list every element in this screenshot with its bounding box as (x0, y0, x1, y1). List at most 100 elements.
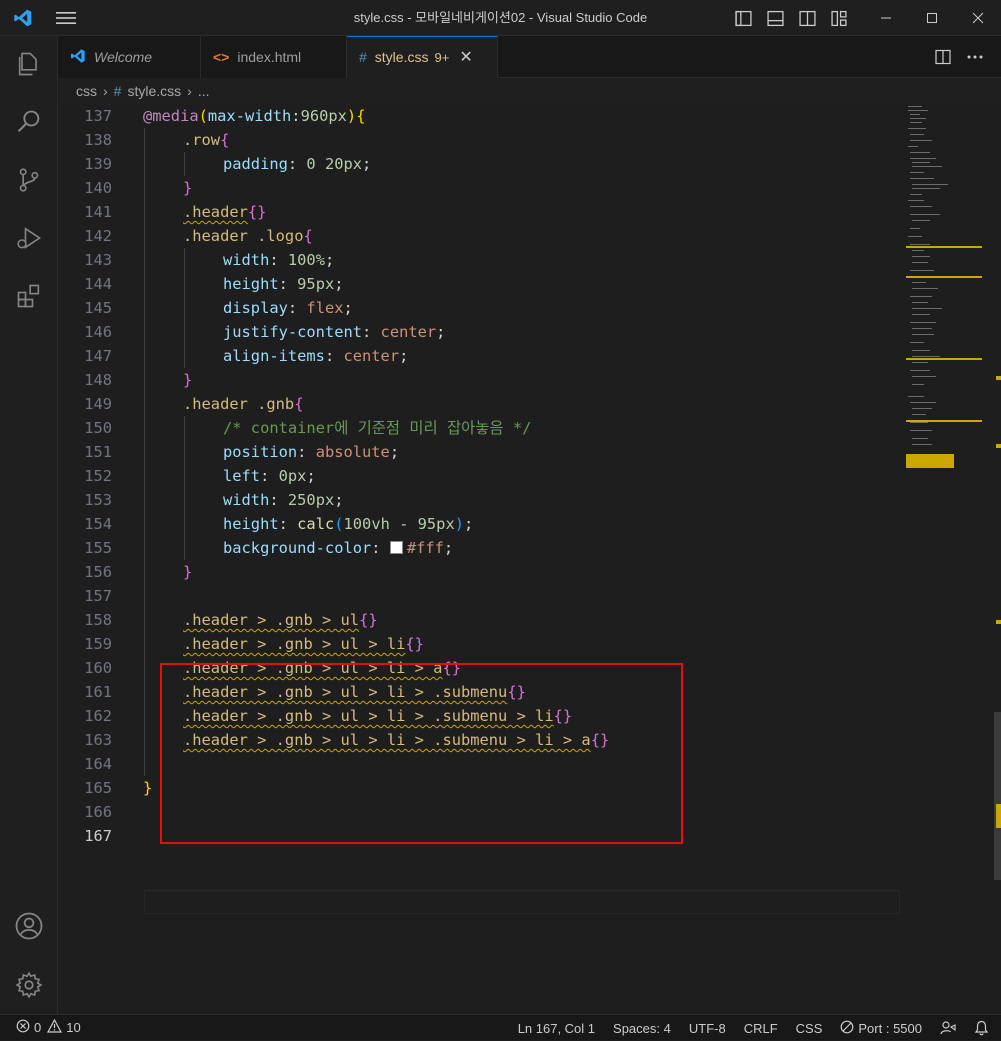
code-area[interactable]: 137 138 139 140 141 142 143 144 145 146 147 148 149 1… (58, 104, 908, 1004)
token: : (287, 299, 307, 317)
maximize-icon[interactable] (909, 0, 955, 36)
color-swatch[interactable] (389, 541, 403, 554)
encoding[interactable]: UTF-8 (689, 1021, 726, 1036)
token: center (380, 323, 437, 341)
customize-layout-icon[interactable] (823, 0, 855, 36)
more-actions-icon[interactable] (959, 39, 991, 75)
feedback-icon[interactable] (940, 1020, 956, 1036)
token: .header .gnb (183, 395, 295, 413)
errors-icon[interactable] (16, 1019, 30, 1036)
code-line: .row{ (58, 128, 908, 152)
code-line: background-color: #fff; (58, 536, 908, 560)
line-number: 167 (84, 827, 112, 845)
title-bar: style.css - 모바일네비게이션02 - Visual Studio C… (0, 0, 1001, 36)
html-icon: <> (213, 49, 230, 65)
breadcrumb-more[interactable]: ... (198, 83, 210, 99)
toggle-secondary-sidebar-icon[interactable] (791, 0, 823, 36)
tab-style-css[interactable]: # style.css 9+ ✕ (347, 36, 498, 78)
accounts-icon[interactable] (0, 902, 58, 950)
code-line: height: calc(100vh - 95px); (58, 512, 908, 536)
token: 100vh - 95px (343, 515, 455, 533)
token: : (324, 347, 344, 365)
explorer-icon[interactable] (0, 40, 58, 88)
token: width (223, 251, 270, 269)
extensions-icon[interactable] (0, 272, 58, 320)
token: : (260, 467, 279, 485)
token: left (223, 467, 261, 485)
code-line: display: flex; (58, 296, 908, 320)
token: ; (306, 467, 316, 485)
token: {} (247, 203, 267, 221)
token: center (343, 347, 400, 365)
notifications-bell-icon[interactable] (974, 1020, 989, 1036)
token: max-width (207, 107, 292, 125)
source-control-icon[interactable] (0, 156, 58, 204)
token: #fff (406, 539, 444, 557)
warning-marker (996, 620, 1001, 624)
tab-bar: Welcome <> index.html # style.css 9+ ✕ (58, 36, 1001, 78)
language-mode[interactable]: CSS (796, 1021, 823, 1036)
code-line: justify-content: center; (58, 320, 908, 344)
split-editor-icon[interactable] (927, 39, 959, 75)
token: ( (198, 107, 208, 125)
token: width (223, 491, 270, 509)
token: : (371, 539, 390, 557)
breadcrumb-folder[interactable]: css (76, 83, 97, 99)
token: ; (343, 299, 353, 317)
token: : (269, 251, 288, 269)
minimap[interactable] (906, 104, 1001, 1014)
hamburger-menu-icon[interactable] (46, 0, 86, 36)
hash-icon: # (359, 49, 367, 65)
code-line: } (58, 176, 908, 200)
problems-badge: 9+ (434, 49, 450, 65)
code-line: .header{} (58, 200, 908, 224)
search-icon[interactable] (0, 98, 58, 146)
errors-count[interactable]: 0 (34, 1020, 41, 1035)
token: .header .logo (183, 227, 304, 245)
cursor-position[interactable]: Ln 167, Col 1 (518, 1021, 595, 1036)
toggle-panel-icon[interactable] (759, 0, 791, 36)
end-of-line[interactable]: CRLF (744, 1021, 778, 1036)
settings-gear-icon[interactable] (0, 961, 58, 1009)
minimap-preview (906, 106, 982, 468)
warnings-count[interactable]: 10 (66, 1020, 80, 1035)
breadcrumb-file[interactable]: style.css (127, 83, 181, 99)
scrollbar-thumb[interactable] (994, 712, 1001, 880)
editor-area: Welcome <> index.html # style.css 9+ ✕ c… (58, 36, 1001, 1014)
code-line: align-items: center; (58, 344, 908, 368)
token: ; (362, 155, 372, 173)
toggle-primary-sidebar-icon[interactable] (727, 0, 759, 36)
token: background-color (223, 539, 372, 557)
token: ; (399, 347, 409, 365)
token: 0px (278, 467, 307, 485)
token: flex (306, 299, 344, 317)
run-and-debug-icon[interactable] (0, 214, 58, 262)
breadcrumb: css › # style.css › ... (58, 78, 1001, 104)
code-line: .header .logo{ (58, 224, 908, 248)
warnings-icon[interactable] (47, 1018, 63, 1036)
token: { (220, 131, 230, 149)
token: } (183, 179, 193, 197)
indentation[interactable]: Spaces: 4 (613, 1021, 671, 1036)
close-tab-icon[interactable]: ✕ (459, 47, 472, 67)
minimize-icon[interactable] (863, 0, 909, 36)
token: } (183, 563, 193, 581)
port-label: Port : 5500 (858, 1020, 922, 1036)
vscode-icon[interactable] (0, 0, 46, 36)
token: display (223, 299, 288, 317)
tab-index-html[interactable]: <> index.html (201, 36, 347, 78)
token: justify-content (223, 323, 362, 341)
live-server-port[interactable]: Port : 5500 (840, 1020, 922, 1037)
token: 250px (287, 491, 335, 509)
tab-welcome[interactable]: Welcome (58, 36, 201, 78)
close-window-icon[interactable] (955, 0, 1001, 36)
code-line: left: 0px; (58, 464, 908, 488)
code-line: height: 95px; (58, 272, 908, 296)
token: { (303, 227, 313, 245)
tab-label: Welcome (94, 49, 153, 65)
token: calc (297, 515, 335, 533)
chevron-right-icon: › (187, 83, 192, 99)
code-line: .header > .gnb > ul{} (58, 608, 908, 632)
tab-label: style.css (374, 49, 429, 65)
token: ; (464, 515, 474, 533)
